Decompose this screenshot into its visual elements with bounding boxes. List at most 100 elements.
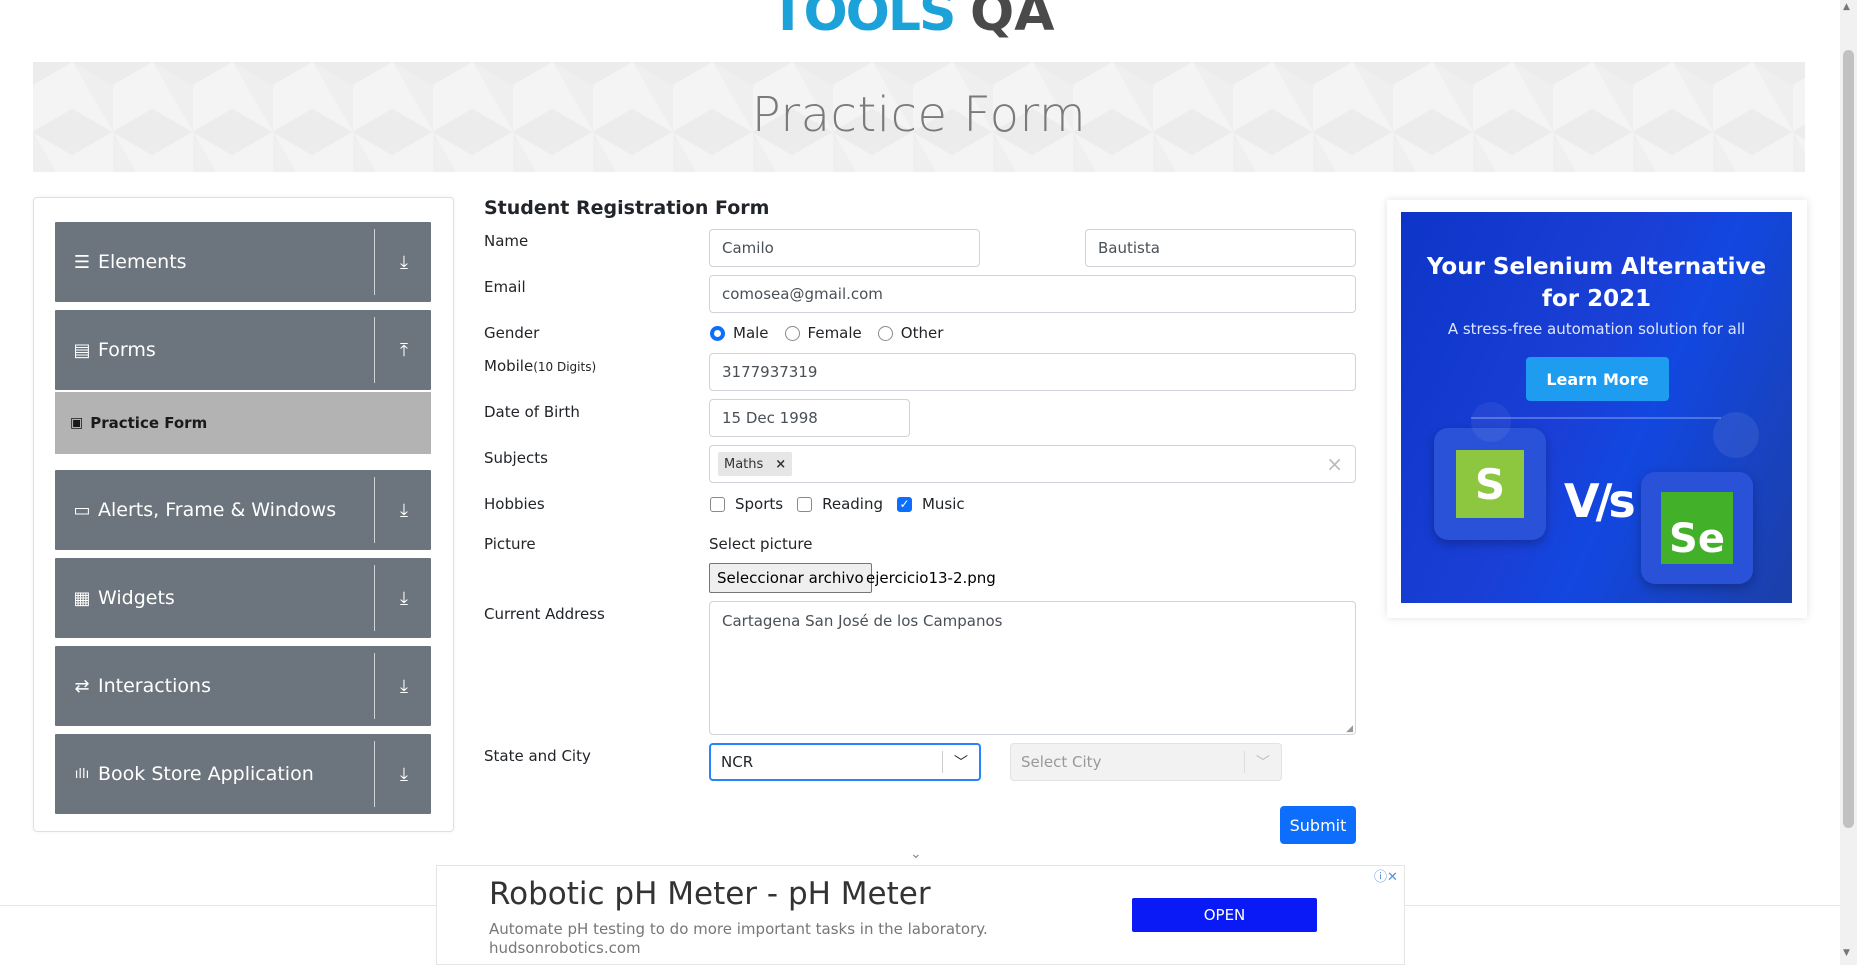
library-icon: ıllı [74,766,90,782]
sidebar-group-label: Book Store Application [98,763,314,785]
ad-choices-close-icon[interactable]: ⓘ✕ [1374,866,1398,885]
divider [374,229,375,295]
ad-title[interactable]: Robotic pH Meter - pH Meter [489,876,931,912]
ad-url[interactable]: hudsonrobotics.com [489,939,641,957]
divider [374,317,375,383]
clock-icon [1471,402,1511,442]
checkbox-label: Reading [822,495,883,513]
state-select[interactable]: NCR ﹀ [709,743,981,781]
widgets-icon: ▦ [73,587,91,609]
resize-handle-icon[interactable]: ◢ [1346,724,1353,734]
collapse-up-icon[interactable]: ⤒ [393,340,415,361]
dob-label: Date of Birth [484,403,580,421]
form-icon: ▤ [73,339,91,361]
checkbox-label: Sports [735,495,784,513]
expand-down-icon[interactable]: ⤓ [393,764,415,785]
sidebar-group-label: Forms [98,339,156,361]
sidebar-group-alerts[interactable]: ▭ Alerts, Frame & Windows ⤓ [55,470,431,550]
last-name-value: Bautista [1098,239,1160,257]
email-value: comosea@gmail.com [722,285,883,303]
expand-down-icon[interactable]: ⤓ [393,676,415,697]
toolsqa-logo[interactable]: TOOLS QA [770,0,1090,50]
gender-female-radio[interactable]: Female [784,324,862,342]
city-select[interactable]: Select City ﹀ [1010,743,1282,781]
scroll-down-icon[interactable]: ▼ [1843,948,1850,958]
name-label: Name [484,232,529,250]
checkbox-unchecked-icon[interactable] [797,496,813,512]
dob-input[interactable]: 15 Dec 1998 [709,399,910,437]
dob-value: 15 Dec 1998 [722,409,818,427]
sidebar-group-forms[interactable]: ▤ Forms ⤒ [55,310,431,390]
selenium-logo-tile: Se [1641,472,1753,584]
submit-button[interactable]: Submit [1280,806,1356,844]
divider [374,653,375,719]
selenium-alternative-ad[interactable]: Your Selenium Alternative for 2021 A str… [1401,212,1792,603]
sidebar: ☰ Elements ⤓ ▤ Forms ⤒ ▣ Practice Form ▭… [33,197,454,832]
expand-down-icon[interactable]: ⤓ [393,588,415,609]
city-placeholder: Select City [1021,753,1102,771]
logo-qa-text: QA [970,0,1055,43]
divider [374,741,375,807]
expand-down-icon[interactable]: ⤓ [393,252,415,273]
subjects-input[interactable]: Maths × × [709,445,1356,483]
logo-text: TOOLS [770,0,956,43]
gender-other-radio[interactable]: Other [877,324,944,342]
address-textarea[interactable]: Cartagena San José de los Campanos ◢ [709,601,1356,735]
sidebar-item-practice-form[interactable]: ▣ Practice Form [55,392,431,454]
checkbox-label: Music [921,495,965,513]
file-choose-button[interactable]: Seleccionar archivo [709,563,872,593]
mobile-input[interactable]: 3177937319 [709,353,1356,391]
first-name-value: Camilo [722,239,774,257]
sidebar-group-label: Elements [98,251,187,273]
subject-chip: Maths × [718,452,793,476]
last-name-input[interactable]: Bautista [1085,229,1356,267]
address-value: Cartagena San José de los Campanos [722,612,1003,630]
email-input[interactable]: comosea@gmail.com [709,275,1356,313]
file-name: ejercicio13-2.png [866,569,996,587]
gender-male-radio[interactable]: Male [710,324,769,342]
radio-unselected-icon[interactable] [784,325,800,341]
divider [374,565,375,631]
sidebar-group-bookstore[interactable]: ıllı Book Store Application ⤓ [55,734,431,814]
first-name-input[interactable]: Camilo [709,229,980,267]
ad-subtitle: A stress-free automation solution for al… [1447,320,1746,338]
gender-radio-group: Male Female Other [710,324,959,342]
radio-unselected-icon[interactable] [877,325,893,341]
window-icon: ▭ [73,499,91,521]
scrollbar-thumb[interactable] [1843,50,1854,828]
hobby-music-checkbox[interactable]: ✓ Music [896,495,965,513]
radio-selected-icon[interactable] [710,325,725,341]
sidebar-group-interactions[interactable]: ⇄ Interactions ⤓ [55,646,431,726]
katalon-logo-tile: S [1434,428,1546,540]
chip-remove-icon[interactable]: × [769,457,792,472]
sidebar-group-label: Alerts, Frame & Windows [98,499,337,521]
bottom-ad-banner[interactable]: Robotic pH Meter - pH Meter Automate pH … [436,865,1405,965]
radio-label: Female [807,324,862,342]
chevron-down-icon[interactable]: ﹀ [1245,752,1281,772]
scroll-up-icon[interactable]: ▲ [1843,2,1850,12]
hobby-reading-checkbox[interactable]: Reading [797,495,883,513]
sidebar-group-label: Interactions [98,675,211,697]
radio-label: Other [900,324,944,342]
page-banner: Practice Form [33,62,1805,172]
gender-label: Gender [484,324,540,342]
checkbox-unchecked-icon[interactable] [710,496,725,512]
clear-icon[interactable]: × [1326,452,1343,476]
checkbox-checked-icon[interactable]: ✓ [896,496,912,512]
menu-icon: ☰ [73,251,91,273]
chevron-down-icon[interactable]: ⌄ [910,846,922,862]
sidebar-group-elements[interactable]: ☰ Elements ⤓ [55,222,431,302]
hobby-sports-checkbox[interactable]: Sports [710,495,783,513]
chevron-down-icon[interactable]: ﹀ [943,752,979,772]
mobile-label-text: Mobile [484,357,534,375]
ad-headline: Your Selenium Alternative [1426,254,1767,280]
learn-more-button[interactable]: Learn More [1526,357,1669,401]
email-label: Email [484,278,526,296]
mobile-value: 3177937319 [722,363,818,381]
sidebar-group-widgets[interactable]: ▦ Widgets ⤓ [55,558,431,638]
ad-open-button[interactable]: OPEN [1132,898,1317,932]
expand-down-icon[interactable]: ⤓ [393,500,415,521]
subject-chip-label: Maths [724,456,764,472]
sidebar-group-label: Widgets [98,587,175,609]
practice-form-icon: ▣ [70,415,84,431]
